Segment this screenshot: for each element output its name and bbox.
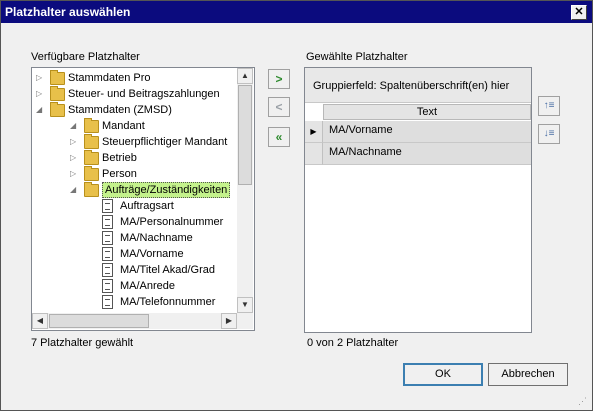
remove-all-placeholders-button[interactable]: «	[268, 127, 290, 147]
selected-placeholders-grid[interactable]: Gruppierfeld: Spaltenüberschrift(en) hie…	[304, 67, 532, 333]
move-up-button[interactable]: ↑≡	[538, 96, 560, 116]
table-cell[interactable]: MA/Vorname	[323, 121, 531, 143]
tree-node-label: Aufträge/Zuständigkeiten	[102, 182, 231, 198]
expand-icon[interactable]: ▷	[70, 166, 78, 182]
document-icon	[102, 215, 113, 229]
table-row[interactable]: ▶ MA/Vorname	[305, 121, 531, 143]
folder-icon	[50, 70, 65, 85]
move-down-button[interactable]: ↓≡	[538, 124, 560, 144]
scroll-right-icon[interactable]: ▶	[221, 313, 237, 329]
tree-vertical-scrollbar[interactable]: ▲ ▼	[237, 68, 253, 313]
tree-node-label: Mandant	[102, 120, 145, 132]
table-row[interactable]: MA/Nachname	[305, 143, 531, 165]
tree-folder-node[interactable]: ◢ Aufträge/Zuständigkeiten	[32, 182, 237, 198]
arrow-right-icon: >	[275, 72, 283, 86]
document-icon	[102, 247, 113, 261]
close-button[interactable]: ✕	[571, 5, 587, 20]
folder-icon	[84, 166, 99, 181]
expand-icon[interactable]: ▷	[70, 150, 78, 166]
resize-grip-icon[interactable]: ⋰	[578, 396, 590, 408]
document-icon	[102, 199, 113, 213]
tree-node-label: Stammdaten (ZMSD)	[68, 104, 172, 116]
tree-node-label: MA/Personalnummer	[120, 216, 224, 228]
document-icon	[102, 295, 113, 309]
collapse-icon[interactable]: ◢	[70, 182, 78, 198]
remove-placeholder-button[interactable]: <	[268, 97, 290, 117]
scroll-down-icon[interactable]: ▼	[237, 297, 253, 313]
tree-leaf-node[interactable]: MA/Vorname	[32, 246, 237, 262]
ok-button[interactable]: OK	[403, 363, 483, 386]
tree-node-label: MA/Anrede	[120, 280, 176, 292]
expand-icon[interactable]: ▷	[36, 70, 44, 86]
tree-node-label: MA/Vorname	[120, 248, 184, 260]
tree-horizontal-scrollbar[interactable]: ◀ ▶	[32, 313, 237, 329]
folder-icon	[84, 182, 99, 197]
document-icon	[102, 231, 113, 245]
current-row-indicator-icon: ▶	[305, 121, 323, 143]
tree-node-label: Steuer- und Beitragszahlungen	[68, 88, 220, 100]
vertical-scroll-thumb[interactable]	[238, 85, 252, 185]
cancel-button[interactable]: Abbrechen	[488, 363, 568, 386]
table-cell[interactable]: MA/Nachname	[323, 143, 531, 165]
horizontal-scroll-thumb[interactable]	[49, 314, 149, 328]
scroll-corner	[237, 313, 253, 329]
group-panel[interactable]: Gruppierfeld: Spaltenüberschrift(en) hie…	[305, 68, 531, 103]
folder-icon	[50, 86, 65, 101]
double-arrow-left-icon: «	[275, 130, 283, 144]
placeholder-tree[interactable]: ▷ Stammdaten Pro ▷ Steuer- und Beitragszahl…	[31, 67, 255, 331]
tree-node-label: Auftragsart	[120, 200, 174, 212]
tree-node-label: MA/Titel Akad/Grad	[120, 264, 215, 276]
column-header-text[interactable]: Text	[323, 104, 531, 120]
tree-folder-node[interactable]: ◢ Mandant	[32, 118, 237, 134]
tree-folder-node[interactable]: ▷ Person	[32, 166, 237, 182]
folder-icon	[84, 118, 99, 133]
row-indicator	[305, 143, 323, 165]
folder-icon	[50, 102, 65, 117]
left-status-text: 7 Platzhalter gewählt	[31, 337, 134, 349]
expand-icon[interactable]: ▷	[70, 134, 78, 150]
folder-icon	[84, 150, 99, 165]
tree-node-label: Betrieb	[102, 152, 137, 164]
tree-node-label: Person	[102, 168, 137, 180]
scroll-up-icon[interactable]: ▲	[237, 68, 253, 84]
add-placeholder-button[interactable]: >	[268, 69, 290, 89]
collapse-icon[interactable]: ◢	[70, 118, 78, 134]
tree-leaf-node[interactable]: MA/Personalnummer	[32, 214, 237, 230]
tree-node-label: Steuerpflichtiger Mandant	[102, 136, 228, 148]
document-icon	[102, 263, 113, 277]
tree-folder-node[interactable]: ▷ Steuerpflichtiger Mandant	[32, 134, 237, 150]
tree-folder-node[interactable]: ▷ Stammdaten Pro	[32, 70, 237, 86]
title-bar[interactable]: Platzhalter auswählen ✕	[1, 1, 592, 23]
arrow-left-icon: <	[275, 100, 283, 114]
tree-folder-node[interactable]: ▷ Steuer- und Beitragszahlungen	[32, 86, 237, 102]
folder-icon	[84, 134, 99, 149]
move-up-icon: ↑≡	[543, 100, 555, 111]
tree-node-label: MA/Nachname	[120, 232, 193, 244]
tree-leaf-node[interactable]: MA/Telefonnummer	[32, 294, 237, 310]
expand-icon[interactable]: ▷	[36, 86, 44, 102]
move-down-icon: ↓≡	[543, 128, 555, 139]
right-status-text: 0 von 2 Platzhalter	[307, 337, 399, 349]
collapse-icon[interactable]: ◢	[36, 102, 44, 118]
group-panel-hint: Gruppierfeld: Spaltenüberschrift(en) hie…	[313, 80, 510, 92]
available-placeholders-label: Verfügbare Platzhalter	[31, 51, 140, 63]
dialog-window: Platzhalter auswählen ✕ Verfügbare Platz…	[0, 0, 593, 411]
tree-node-label: Stammdaten Pro	[68, 72, 151, 84]
document-icon	[102, 279, 113, 293]
dialog-title: Platzhalter auswählen	[5, 5, 131, 19]
tree-folder-node[interactable]: ▷ Betrieb	[32, 150, 237, 166]
tree-content: ▷ Stammdaten Pro ▷ Steuer- und Beitragszahl…	[32, 68, 237, 313]
tree-leaf-node[interactable]: MA/Anrede	[32, 278, 237, 294]
tree-leaf-node[interactable]: MA/Nachname	[32, 230, 237, 246]
tree-folder-node[interactable]: ◢ Stammdaten (ZMSD)	[32, 102, 237, 118]
tree-leaf-node[interactable]: Auftragsart	[32, 198, 237, 214]
tree-node-label: MA/Telefonnummer	[120, 296, 216, 308]
tree-leaf-node[interactable]: MA/Titel Akad/Grad	[32, 262, 237, 278]
scroll-left-icon[interactable]: ◀	[32, 313, 48, 329]
selected-placeholders-label: Gewählte Platzhalter	[306, 51, 408, 63]
